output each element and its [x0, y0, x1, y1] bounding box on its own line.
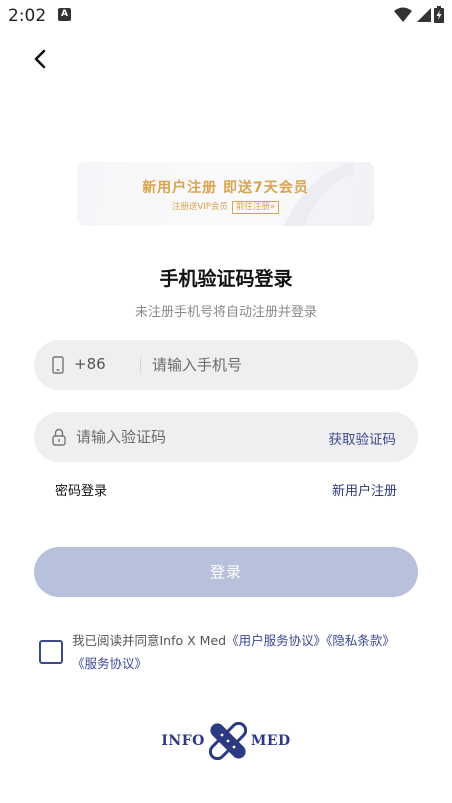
new-user-register-link[interactable]: 新用户注册 [332, 480, 397, 499]
agreement-checkbox[interactable] [39, 640, 63, 664]
notification-badge: A [58, 8, 71, 21]
status-bar: 2:02 A [0, 0, 452, 32]
phone-input[interactable] [152, 340, 402, 390]
logo-text-left: INFO [161, 733, 205, 749]
logo-x-icon [208, 722, 247, 760]
verification-code-field[interactable]: 获取验证码 [34, 412, 418, 462]
banner-title: 新用户注册 即送7天会员 [142, 180, 309, 196]
page-title: 手机验证码登录 [159, 268, 293, 290]
app-logo: INFO MED [0, 722, 452, 760]
phone-field[interactable]: +86 [34, 340, 418, 390]
logo-text-right: MED [250, 733, 291, 749]
status-icons [394, 6, 444, 23]
privacy-policy-link[interactable]: 《隐私条款》 [326, 633, 395, 648]
phone-icon [52, 356, 64, 374]
verification-code-input[interactable] [76, 412, 316, 462]
login-button[interactable]: 登录 [34, 547, 418, 597]
agreement-prefix: 我已阅读并同意Info X Med [72, 633, 227, 648]
page-subtitle: 未注册手机号将自动注册并登录 [134, 305, 317, 320]
get-code-button[interactable]: 获取验证码 [329, 428, 397, 448]
back-button[interactable] [26, 44, 56, 74]
banner-subtitle: 注册送VIP会员 前往注册» [77, 200, 374, 214]
battery-charging-icon [434, 6, 444, 23]
signal-icon [417, 7, 431, 22]
banner-subtitle-text: 注册送VIP会员 [171, 202, 228, 212]
wifi-icon [394, 7, 412, 22]
user-service-agreement-link[interactable]: 《用户服务协议》 [226, 633, 326, 648]
status-time: 2:02 [8, 6, 47, 26]
country-code-prefix[interactable]: +86 [74, 355, 106, 373]
agreement-text: 我已阅读并同意Info X Med《用户服务协议》《隐私条款》《服务协议》 [72, 629, 422, 675]
password-login-link[interactable]: 密码登录 [55, 480, 107, 499]
banner-cta-button[interactable]: 前往注册» [231, 201, 280, 214]
chevron-left-icon [34, 49, 46, 69]
prefix-divider [140, 357, 141, 373]
register-promo-banner[interactable]: 新用户注册 即送7天会员 注册送VIP会员 前往注册» [77, 162, 374, 226]
service-agreement-link[interactable]: 《服务协议》 [72, 656, 147, 671]
lock-icon [52, 428, 66, 446]
